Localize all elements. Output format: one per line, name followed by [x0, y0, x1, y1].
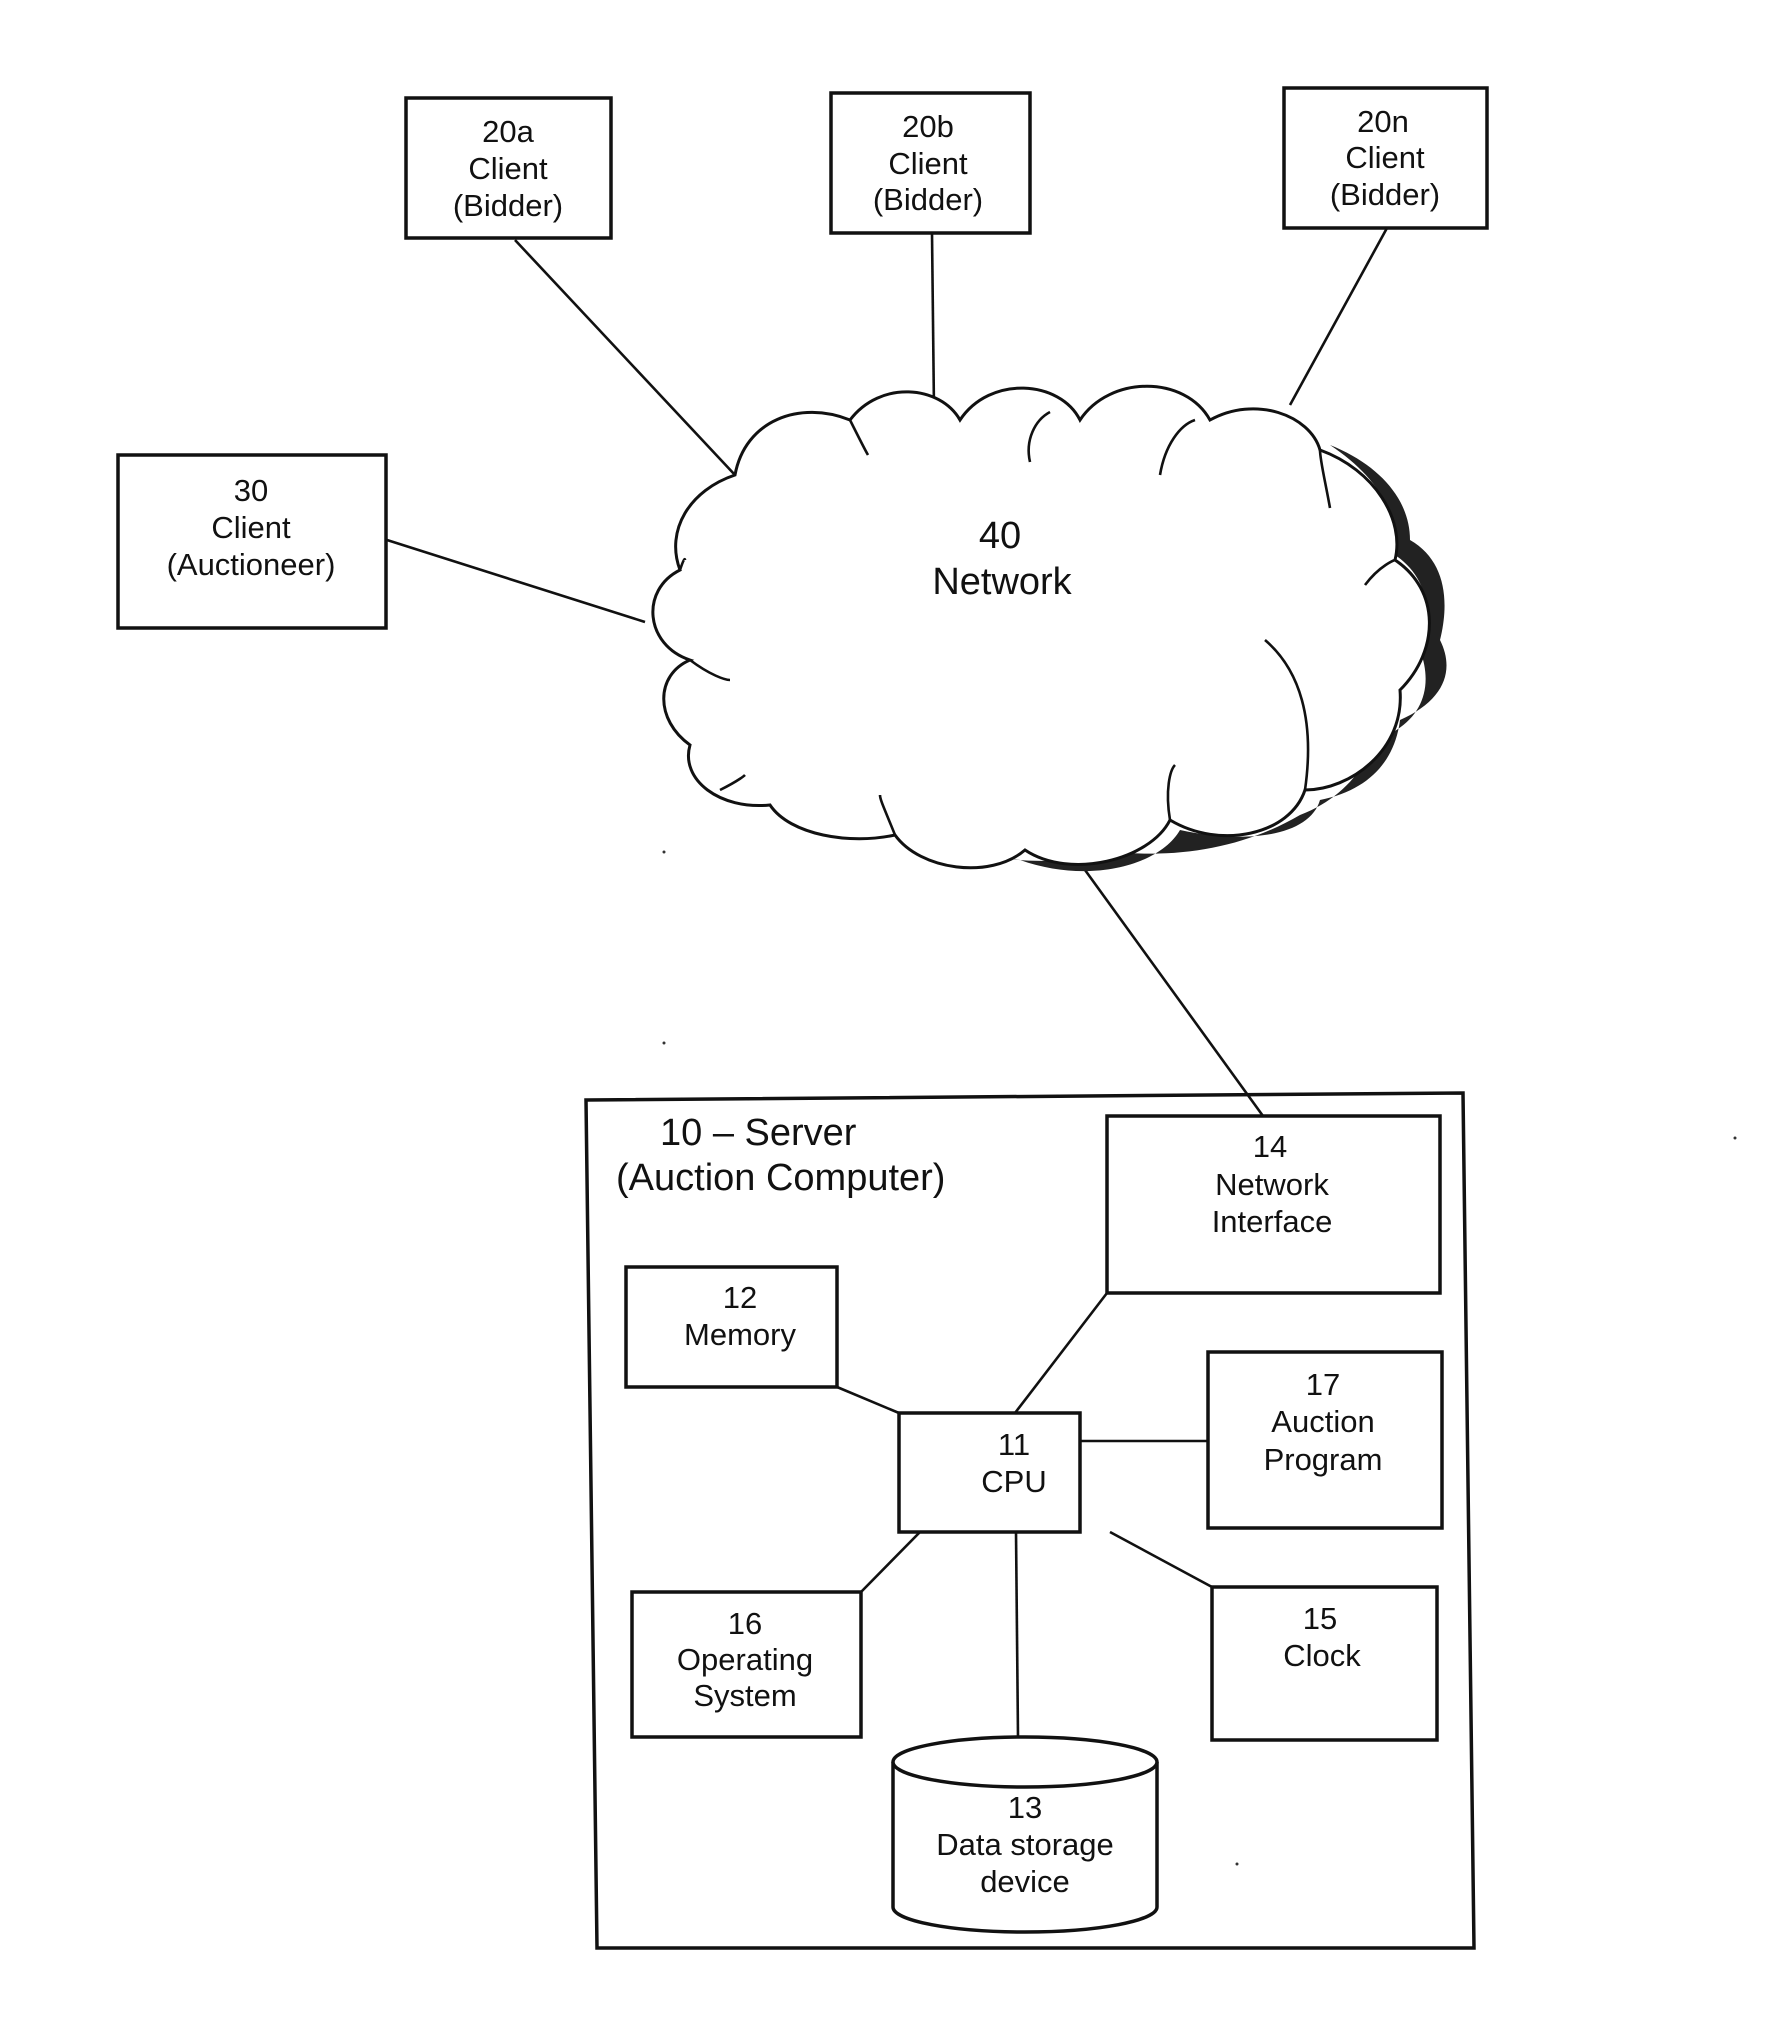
component-label: device [980, 1864, 1070, 1899]
connector-20n-network [1288, 227, 1389, 406]
connector-20a-network [514, 239, 736, 476]
server-subtitle: (Auction Computer) [616, 1157, 945, 1199]
memory-box: 12 Memory [624, 1265, 839, 1389]
component-number: 11 [998, 1427, 1030, 1462]
component-number: 12 [723, 1280, 757, 1315]
component-label: Operating [677, 1642, 813, 1677]
component-label: Auction [1271, 1404, 1374, 1439]
component-number: 13 [1008, 1790, 1042, 1825]
client-20n-box: 20n Client (Bidder) [1282, 86, 1489, 230]
connector-cpu-clock [1109, 1530, 1213, 1589]
component-label: Program [1264, 1442, 1383, 1477]
client-role: (Auctioneer) [167, 547, 336, 582]
client-number: 30 [234, 473, 268, 508]
component-number: 16 [728, 1606, 762, 1641]
cpu-box: 11 CPU [897, 1411, 1082, 1534]
network-label: Network [932, 561, 1072, 603]
auction-program-box: 17 Auction Program [1206, 1350, 1444, 1530]
client-role: (Bidder) [1330, 177, 1440, 212]
connector-cpu-netif [1013, 1292, 1109, 1414]
network-interface-box: 14 Network Interface [1105, 1114, 1442, 1295]
component-number: 17 [1306, 1367, 1340, 1402]
component-label: CPU [981, 1464, 1046, 1499]
client-20b-box: 20b Client (Bidder) [829, 91, 1032, 235]
component-number: 14 [1253, 1129, 1287, 1164]
network-number: 40 [979, 515, 1021, 557]
client-20a-box: 20a Client (Bidder) [404, 96, 613, 240]
connector-20b-network [930, 232, 936, 411]
client-role: (Bidder) [453, 188, 563, 223]
cloud-outline [651, 384, 1431, 870]
component-label: Network [1215, 1167, 1329, 1202]
operating-system-box: 16 Operating System [630, 1590, 863, 1739]
client-number: 20b [902, 109, 954, 144]
client-number: 20n [1357, 104, 1409, 139]
client-label: Client [211, 510, 291, 545]
connector-memory-cpu [836, 1385, 900, 1415]
component-label: Clock [1283, 1638, 1361, 1673]
auction-system-diagram: 40 Network 20a Client (Bidder) 20b Clien… [116, 86, 1737, 1950]
client-label: Client [888, 146, 968, 181]
client-label: Client [1345, 140, 1425, 175]
component-label: Data storage [936, 1827, 1114, 1862]
component-number: 15 [1303, 1601, 1337, 1636]
clock-box: 15 Clock [1210, 1585, 1439, 1742]
client-number: 20a [482, 114, 534, 149]
connector-cpu-storage [1014, 1531, 1020, 1738]
client-label: Client [468, 151, 548, 186]
client-30-box: 30 Client (Auctioneer) [116, 453, 388, 630]
data-storage-cylinder: 13 Data storage device [891, 1735, 1159, 1934]
network-cloud: 40 Network [651, 384, 1447, 872]
connector-30-network [386, 538, 646, 624]
server-title: 10 – Server [660, 1112, 857, 1154]
component-label: Interface [1212, 1204, 1333, 1239]
connector-network-server [1083, 869, 1265, 1117]
connector-cpu-os [860, 1531, 921, 1593]
component-label: System [693, 1678, 796, 1713]
scan-speck [662, 1041, 666, 1045]
scan-speck [662, 850, 666, 854]
scan-speck [1733, 1136, 1737, 1140]
scan-speck [1235, 1862, 1239, 1866]
client-role: (Bidder) [873, 182, 983, 217]
component-label: Memory [684, 1317, 796, 1352]
